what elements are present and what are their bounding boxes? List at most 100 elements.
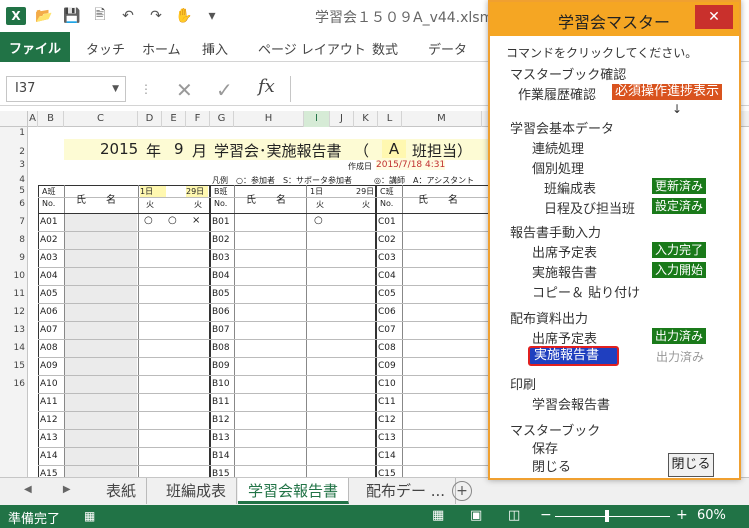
- member-id-cell[interactable]: C03: [378, 253, 396, 263]
- report-class-letter[interactable]: A: [382, 140, 406, 158]
- tab-data[interactable]: データ: [428, 39, 467, 58]
- member-id-cell[interactable]: A01: [40, 217, 58, 227]
- member-id-cell[interactable]: A05: [40, 289, 58, 299]
- column-header-a[interactable]: A: [28, 111, 38, 127]
- cancel-icon[interactable]: ✕: [176, 78, 193, 102]
- zoom-in-button[interactable]: +: [676, 507, 688, 523]
- row-header[interactable]: 6: [0, 199, 28, 209]
- zoom-out-button[interactable]: −: [540, 507, 552, 523]
- attendance-plan-command[interactable]: 出席予定表: [532, 242, 597, 261]
- member-id-cell[interactable]: A10: [40, 379, 58, 389]
- zoom-level[interactable]: 60%: [697, 508, 726, 523]
- member-id-cell[interactable]: A02: [40, 235, 58, 245]
- dialog-close-button[interactable]: ✕: [695, 5, 733, 29]
- tab-file[interactable]: ファイル: [0, 32, 70, 62]
- row-header[interactable]: 8: [0, 235, 28, 245]
- macro-record-icon[interactable]: ▦: [84, 509, 95, 523]
- redo-icon[interactable]: ↷: [146, 7, 166, 25]
- member-id-cell[interactable]: C09: [378, 361, 396, 371]
- name-box[interactable]: I37 ▼: [6, 76, 126, 102]
- group-b-name-column[interactable]: [260, 213, 310, 477]
- sheet-tab-distribution[interactable]: 配布デー ...: [356, 478, 457, 504]
- page-layout-view-icon[interactable]: ▣: [470, 508, 482, 523]
- row-header[interactable]: 14: [0, 343, 28, 353]
- member-id-cell[interactable]: B09: [212, 361, 230, 371]
- column-header-f[interactable]: F: [186, 111, 210, 127]
- save-book-command[interactable]: 保存: [532, 438, 558, 457]
- column-header-c[interactable]: C: [64, 111, 138, 127]
- member-id-cell[interactable]: C02: [378, 235, 396, 245]
- column-header-l[interactable]: L: [378, 111, 402, 127]
- zoom-slider-thumb[interactable]: [604, 510, 609, 522]
- attendance-mark[interactable]: ○: [168, 215, 177, 226]
- undo-icon[interactable]: ↶: [118, 7, 138, 25]
- member-id-cell[interactable]: A13: [40, 433, 58, 443]
- member-id-cell[interactable]: C01: [378, 217, 396, 227]
- member-id-cell[interactable]: A12: [40, 415, 58, 425]
- member-id-cell[interactable]: C05: [378, 289, 396, 299]
- member-id-cell[interactable]: C13: [378, 433, 396, 443]
- continuous-process-command[interactable]: 連続処理: [532, 138, 584, 157]
- member-id-cell[interactable]: C07: [378, 325, 396, 335]
- required-progress-button[interactable]: 必須操作進捗表示: [612, 84, 723, 100]
- member-id-cell[interactable]: B07: [212, 325, 230, 335]
- copy-paste-command[interactable]: コピー＆ 貼り付け: [532, 282, 640, 301]
- column-header-j[interactable]: J: [330, 111, 354, 127]
- print-preview-icon[interactable]: 🖹: [90, 7, 110, 25]
- member-id-cell[interactable]: B08: [212, 343, 230, 353]
- column-header-e[interactable]: E: [162, 111, 186, 127]
- print-report-command[interactable]: 学習会報告書: [532, 394, 610, 413]
- member-id-cell[interactable]: A15: [40, 469, 58, 477]
- column-header-i[interactable]: I: [304, 111, 330, 127]
- member-id-cell[interactable]: A06: [40, 307, 58, 317]
- touch-mode-icon[interactable]: ✋: [174, 7, 194, 25]
- tab-home[interactable]: ホーム: [142, 39, 181, 58]
- member-id-cell[interactable]: B03: [212, 253, 230, 263]
- close-button[interactable]: 閉じる: [668, 453, 714, 477]
- select-all-corner[interactable]: [0, 111, 28, 127]
- sheet-tab-cover[interactable]: 表紙: [96, 478, 148, 504]
- output-report-command[interactable]: 実施報告書: [528, 346, 620, 366]
- schedule-command[interactable]: 日程及び担当班: [544, 198, 635, 217]
- member-id-cell[interactable]: C11: [378, 397, 396, 407]
- member-id-cell[interactable]: C08: [378, 343, 396, 353]
- class-table-command[interactable]: 班編成表: [544, 178, 596, 197]
- member-id-cell[interactable]: C06: [378, 307, 396, 317]
- member-id-cell[interactable]: B01: [212, 217, 230, 227]
- dialog-title-bar[interactable]: 学習会マスター ✕: [490, 2, 739, 36]
- work-history-command[interactable]: 作業履歴確認: [518, 84, 596, 103]
- row-header[interactable]: 1: [0, 128, 28, 138]
- column-header-m[interactable]: M: [402, 111, 482, 127]
- sheet-tab-report[interactable]: 学習会報告書: [238, 478, 350, 504]
- zoom-slider[interactable]: [555, 516, 670, 517]
- row-header[interactable]: 11: [0, 289, 28, 299]
- customize-toolbar-icon[interactable]: ▾: [202, 7, 222, 25]
- sheet-nav-arrows-icon[interactable]: ◀ ▶: [24, 484, 85, 495]
- row-header[interactable]: 15: [0, 361, 28, 371]
- add-sheet-button[interactable]: +: [452, 481, 472, 501]
- attendance-mark[interactable]: ○: [314, 215, 323, 226]
- tab-touch[interactable]: タッチ: [86, 39, 125, 58]
- row-header[interactable]: 13: [0, 325, 28, 335]
- member-id-cell[interactable]: A04: [40, 271, 58, 281]
- member-id-cell[interactable]: A11: [40, 397, 58, 407]
- report-input-command[interactable]: 実施報告書: [532, 262, 597, 281]
- member-id-cell[interactable]: C10: [378, 379, 396, 389]
- column-header-d[interactable]: D: [138, 111, 162, 127]
- attendance-mark[interactable]: ○: [144, 215, 153, 226]
- member-id-cell[interactable]: A09: [40, 361, 58, 371]
- member-id-cell[interactable]: A03: [40, 253, 58, 263]
- normal-view-icon[interactable]: ▦: [432, 508, 444, 523]
- close-book-command[interactable]: 閉じる: [532, 456, 571, 475]
- member-id-cell[interactable]: B04: [212, 271, 230, 281]
- row-header[interactable]: 10: [0, 271, 28, 281]
- column-header-h[interactable]: H: [234, 111, 304, 127]
- row-header[interactable]: 16: [0, 379, 28, 389]
- member-id-cell[interactable]: A07: [40, 325, 58, 335]
- member-id-cell[interactable]: B05: [212, 289, 230, 299]
- row-header[interactable]: 7: [0, 217, 28, 227]
- open-folder-icon[interactable]: 📂: [34, 7, 54, 25]
- member-id-cell[interactable]: C14: [378, 451, 396, 461]
- page-break-view-icon[interactable]: ◫: [508, 508, 520, 523]
- member-id-cell[interactable]: B15: [212, 469, 230, 477]
